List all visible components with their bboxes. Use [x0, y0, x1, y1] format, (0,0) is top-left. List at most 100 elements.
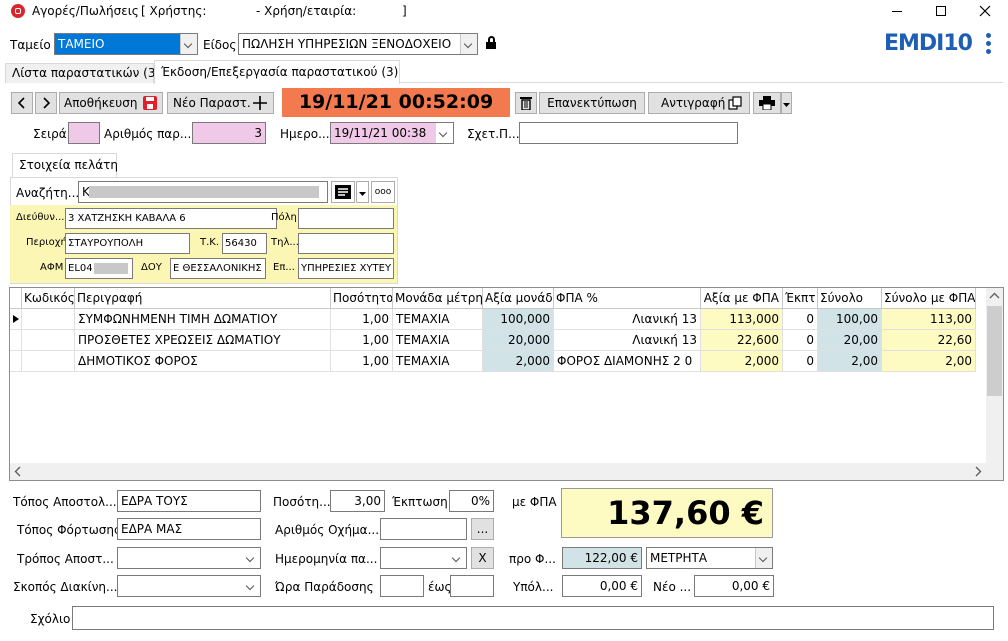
row-selector[interactable]: [10, 309, 22, 330]
seira-input[interactable]: [68, 122, 100, 144]
skopos-select[interactable]: [117, 575, 261, 597]
grid-header-description[interactable]: Περιγραφή: [75, 288, 331, 309]
grid-header-price-vat[interactable]: Αξία με ΦΠΑ: [701, 288, 783, 309]
ekptosi-input[interactable]: 0%: [449, 490, 494, 512]
sxet-input[interactable]: [519, 122, 738, 144]
payment-method-select[interactable]: ΜΕΤΡΗΤΑ: [646, 547, 773, 569]
cell-price-vat[interactable]: 2,000: [701, 351, 783, 372]
cell-total-vat[interactable]: 2,00: [882, 351, 976, 372]
cell-total[interactable]: 2,00: [818, 351, 882, 372]
perioxi-input[interactable]: ΣΤΑΥΡΟΥΠΟΛΗ: [65, 233, 190, 254]
cell-price-vat[interactable]: 113,000: [701, 309, 783, 330]
customer-dropdown-button[interactable]: [356, 181, 369, 203]
cell-unit-price[interactable]: 2,000: [483, 351, 554, 372]
customer-more-button[interactable]: ooo: [371, 181, 395, 203]
cell-description[interactable]: ΣΥΜΦΩΝΗΜΕΝΗ ΤΙΜΗ ΔΩΜΑΤΙΟΥ: [75, 309, 331, 330]
cell-discount[interactable]: 0: [783, 309, 818, 330]
cell-unit-price[interactable]: 100,000: [483, 309, 554, 330]
cell-vat[interactable]: Λιανική 13: [554, 330, 701, 351]
tropos-select[interactable]: [117, 547, 261, 569]
cell-total-vat[interactable]: 113,00: [882, 309, 976, 330]
tab-edit-document[interactable]: Έκδοση/Επεξεργασία παραστατικού (3): [154, 60, 400, 84]
close-button[interactable]: [963, 0, 1008, 24]
grid-header-discount[interactable]: Έκπτ: [783, 288, 818, 309]
cell-vat[interactable]: Λιανική 13: [554, 309, 701, 330]
grid-header-unit[interactable]: Μονάδα μέτρησ: [393, 288, 483, 309]
grid-header-total[interactable]: Σύνολο: [818, 288, 882, 309]
eos-input[interactable]: [450, 575, 494, 597]
clear-date-button[interactable]: X: [471, 547, 494, 569]
cell-code[interactable]: [22, 351, 75, 372]
vertical-scrollbar[interactable]: [986, 288, 1003, 463]
sxolio-input[interactable]: [72, 606, 994, 630]
chevron-down-icon[interactable]: [436, 123, 453, 143]
tameio-select[interactable]: ΤΑΜΕΙΟ: [54, 33, 198, 55]
ora-input[interactable]: [380, 575, 424, 597]
save-button[interactable]: Αποθήκευση: [59, 92, 163, 114]
poli-input[interactable]: [298, 208, 394, 229]
topos-fort-input[interactable]: ΕΔΡΑ ΜΑΣ: [117, 518, 261, 540]
items-grid[interactable]: Κωδικός Περιγραφή Ποσότητα Μονάδα μέτρησ…: [9, 287, 1004, 481]
horizontal-scrollbar[interactable]: [10, 463, 986, 480]
next-button[interactable]: [35, 92, 57, 114]
grid-header-unit-price[interactable]: Αξία μονάδ: [483, 288, 554, 309]
cell-description[interactable]: ΠΡΟΣΘΕΤΕΣ ΧΡΕΩΣΕΙΣ ΔΩΜΑΤΙΟΥ: [75, 330, 331, 351]
customer-search-input[interactable]: Κ: [78, 181, 328, 203]
reprint-button[interactable]: Επανεκτύπωση: [539, 92, 645, 114]
address-input[interactable]: 3 ΧΑΤΖΗΣΚΗ ΚΑΒΑΛΑ 6: [65, 208, 277, 229]
afm-input[interactable]: EL04: [65, 258, 133, 279]
grid-header-vat[interactable]: ΦΠΑ %: [554, 288, 701, 309]
lock-icon[interactable]: [485, 36, 497, 50]
new-document-button[interactable]: Νέο Παραστ.: [167, 92, 274, 114]
grid-header-total-vat[interactable]: Σύνολο με ΦΠΑ: [882, 288, 976, 309]
cell-discount[interactable]: 0: [783, 330, 818, 351]
maximize-button[interactable]: [919, 0, 963, 24]
cell-total-vat[interactable]: 22,60: [882, 330, 976, 351]
cell-unit[interactable]: ΤΕΜΑΧΙΑ: [393, 351, 483, 372]
cell-quantity[interactable]: 1,00: [331, 309, 393, 330]
scroll-right-icon[interactable]: [969, 463, 986, 480]
cell-description[interactable]: ΔΗΜΟΤΙΚΟΣ ΦΟΡΟΣ: [75, 351, 331, 372]
cell-discount[interactable]: 0: [783, 351, 818, 372]
scroll-thumb[interactable]: [987, 306, 1002, 396]
customer-card-button[interactable]: [331, 181, 355, 203]
oxima-lookup-button[interactable]: ...: [471, 518, 494, 540]
oxima-input[interactable]: [380, 518, 467, 540]
scroll-left-icon[interactable]: [10, 463, 27, 480]
delete-button[interactable]: [515, 92, 537, 114]
cell-unit[interactable]: ΤΕΜΑΧΙΑ: [393, 309, 483, 330]
hmer-select[interactable]: [380, 547, 467, 569]
row-selector[interactable]: [10, 351, 22, 372]
more-options-icon[interactable]: [983, 32, 993, 56]
cell-total[interactable]: 100,00: [818, 309, 882, 330]
doy-input[interactable]: Ε ΘΕΣΣΑΛΟΝΙΚΗΣ: [170, 258, 266, 279]
ep-input[interactable]: ΥΠΗΡΕΣΙΕΣ ΧΥΤΕΥ: [298, 258, 394, 279]
row-selector[interactable]: [10, 330, 22, 351]
cell-unit-price[interactable]: 20,000: [483, 330, 554, 351]
posotita-input[interactable]: 3,00: [330, 490, 385, 512]
tk-input[interactable]: 56430: [222, 233, 267, 254]
customer-tab[interactable]: Στοιχεία πελάτη: [12, 153, 118, 177]
cell-unit[interactable]: ΤΕΜΑΧΙΑ: [393, 330, 483, 351]
cell-code[interactable]: [22, 309, 75, 330]
cell-quantity[interactable]: 1,00: [331, 330, 393, 351]
print-button[interactable]: [753, 92, 781, 114]
cell-price-vat[interactable]: 22,600: [701, 330, 783, 351]
grid-header-quantity[interactable]: Ποσότητα: [331, 288, 393, 309]
cell-total[interactable]: 20,00: [818, 330, 882, 351]
til-input[interactable]: [298, 233, 394, 254]
tab-document-list[interactable]: Λίστα παραστατικών (3): [5, 63, 160, 83]
cell-vat[interactable]: ΦΟΡΟΣ ΔΙΑΜΟΝΗΣ 2 0: [554, 351, 701, 372]
topos-apost-input[interactable]: ΕΔΡΑ ΤΟΥΣ: [117, 490, 261, 512]
cell-code[interactable]: [22, 330, 75, 351]
date-input[interactable]: 19/11/21 00:38: [330, 122, 454, 144]
print-dropdown-button[interactable]: [781, 92, 792, 114]
minimize-button[interactable]: [875, 0, 919, 24]
eidos-select[interactable]: ΠΩΛΗΣΗ ΥΠΗΡΕΣΙΩΝ ΞΕΝΟΔΟΧΕΙΟ: [238, 33, 478, 55]
cell-quantity[interactable]: 1,00: [331, 351, 393, 372]
prev-button[interactable]: [11, 92, 33, 114]
scroll-up-icon[interactable]: [986, 288, 1003, 305]
grid-header-code[interactable]: Κωδικός: [22, 288, 75, 309]
arithmos-input[interactable]: 3: [192, 122, 266, 144]
copy-button[interactable]: Αντιγραφή: [648, 92, 750, 114]
